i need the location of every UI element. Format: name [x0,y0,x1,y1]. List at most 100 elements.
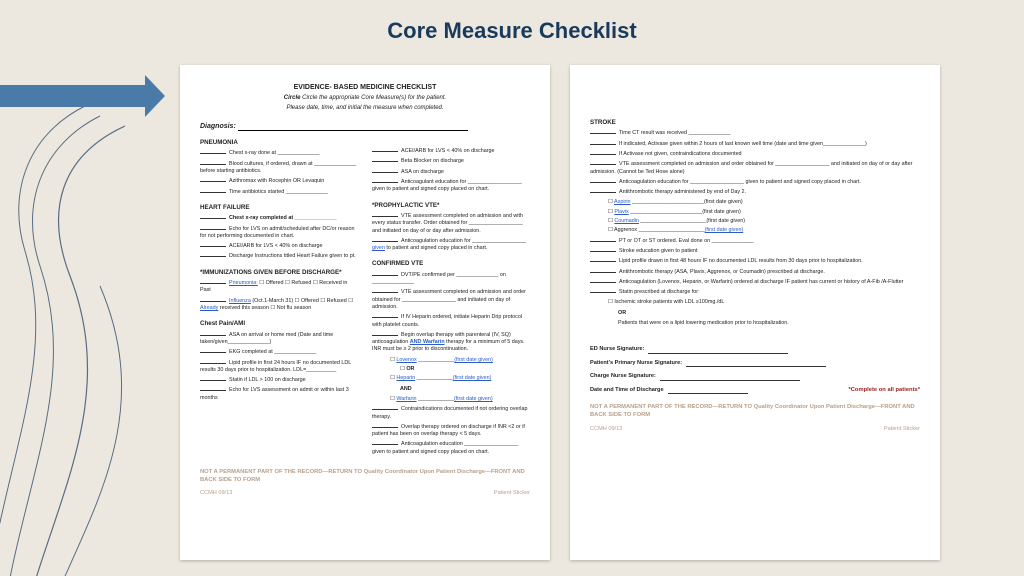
list-item: If IV Heparin ordered, initiate Heparin … [372,314,530,329]
sig-label: Date and Time of Discharge [590,387,664,393]
sig-discharge-time: Date and Time of Discharge *Complete on … [590,387,920,395]
sub-item: Aggrenox ______________________(first da… [608,227,920,234]
sig-primary-nurse: Patient's Primary Nurse Signature: [590,360,920,368]
footer-note: NOT A PERMANENT PART OF THE RECORD—RETUR… [200,469,530,484]
item-text: (Oct.1-March 31) ☐ Offered ☐ Refused ☐ [251,298,353,304]
list-item: Azithromax with Rocephin OR Levaquin [200,178,358,185]
arrow-decoration [0,75,165,117]
imm-heading: *IMMUNIZATIONS GIVEN BEFORE DISCHARGE* [200,269,358,277]
sub-item: Plavix ________________________(first da… [608,209,920,216]
diagnosis-label: Diagnosis: [200,123,236,130]
link-text: Influenza [229,298,251,304]
list-item: Blood cultures, if ordered, drawn at ___… [200,161,358,176]
list-item: Time CT result was received ____________… [590,130,920,137]
and-label: AND [400,386,530,393]
list-item: Lipid profile in first 24 hours IF no do… [200,360,358,375]
pvte-heading: *PROPHYLACTIC VTE* [372,202,530,210]
list-item: Lipid profile drawn in first 48 hours IF… [590,258,920,265]
list-item: Anticoagulant education for ____________… [372,179,530,194]
and-text: AND [400,386,412,392]
item-text: (first date given) [453,375,492,381]
sub-item: Coumadin ______________________(first da… [608,218,920,225]
sub-item: Heparin ____________(first date given) [390,375,530,382]
footer-row: CCMH 09/13 Patient Sticker [200,490,530,498]
link-text: Heparin [396,375,415,381]
item-text: (first date given) [454,357,493,363]
link-text: Pneumonia: [229,280,258,286]
list-item: Begin overlap therapy with parenteral (I… [372,332,530,354]
footer-row: CCMH 09/13 Patient Sticker [590,426,920,434]
item-text: received this season ☐ Not flu season [218,305,311,311]
or-text: OR [618,310,626,316]
doc-sub1-text: Circle the appropriate Core Measure(s) f… [302,95,446,101]
checklist-page-2: STROKE Time CT result was received _____… [570,65,940,560]
list-item: Pneumonia: ☐ Offered ☐ Refused ☐ Receive… [200,280,358,295]
item-text: (first date given) [454,396,493,402]
list-item: Stroke education given to patient [590,248,920,255]
list-item: Chest x-ray completed at ______________ [200,215,358,222]
list-item: Overlap therapy ordered on discharge if … [372,424,530,439]
item-text: Anticoagulation education for __________… [401,238,526,244]
list-item: ASA on arrival or home med (Date and tim… [200,332,358,347]
sig-label: Patient's Primary Nurse Signature: [590,360,682,366]
hf-item-bold: Chest x-ray completed at ______________ [229,215,337,221]
sub-item: Aspirin ________________________(first d… [608,199,920,206]
form-code: CCMH 09/13 [200,490,232,498]
list-item: Anticoagulation education for __________… [590,179,920,186]
diagnosis-row: Diagnosis: [200,122,530,131]
list-item: If indicated, Activase given within 2 ho… [590,141,920,148]
link-text: AND Warfarin [410,339,445,345]
sub-item: Lovenox ____________(first date given) [390,357,530,364]
list-item: Patients that were on a lipid lowering m… [618,320,920,327]
list-item: Contraindications documented if not orde… [372,406,530,421]
list-item: Anticoagulation education for __________… [372,238,530,253]
checklist-page-1: EVIDENCE- BASED MEDICINE CHECKLIST Circl… [180,65,550,560]
hf-heading: HEART FAILURE [200,204,358,212]
list-item: Anticoagulation education ______________… [372,441,530,456]
list-item: Statin if LDL > 100 on discharge [200,377,358,384]
link-text: Warfarin [396,396,416,402]
link-text: Plavix [614,209,628,215]
sub-item: Ischemic stroke patients with LDL ≥100mg… [608,299,920,306]
list-item: VTE assessment completed on admission an… [590,161,920,176]
link-text: Coumadin [614,218,639,224]
list-item: ASA on discharge [372,169,530,176]
item-text: (first date given) [705,227,744,233]
item-text: ☐ Offered ☐ Refused ☐ Received in Past [200,280,347,293]
list-item: Time antibiotics started ______________ [200,189,358,196]
complete-note: *Complete on all patients* [848,387,920,395]
item-text: Aggrenox [614,227,637,233]
list-item: ACEI/ARB for LVS < 40% on discharge [200,243,358,250]
doc-sub2: Please date, time, and initial the measu… [200,104,530,112]
list-item: Echo for LVS on admit/scheduled after DC… [200,226,358,241]
sub-item-or: OR [400,366,530,373]
doc-sub1: Circle Circle the appropriate Core Measu… [200,94,530,102]
list-item: Antithrombotic therapy administered by e… [590,189,920,196]
pneumonia-heading: PNEUMONIA [200,139,358,147]
list-item: Antithrombotic therapy (ASA, Plavix, Agg… [590,269,920,276]
item-text: (first date given) [706,218,745,224]
list-item: VTE assessment completed on admission an… [372,289,530,311]
list-item: Chest x-ray done at ______________ [200,150,358,157]
cvte-heading: CONFIRMED VTE [372,260,530,268]
or-label: OR [618,310,920,317]
list-item: VTE assessment completed on admission an… [372,213,530,235]
list-item: Statin prescribed at discharge for: [590,289,920,296]
sub-item: Warfarin ____________(first date given) [390,396,530,403]
list-item: Echo for LVS assessment on admit or with… [200,387,358,402]
sig-charge-nurse: Charge Nurse Signature: [590,373,920,381]
link-text: Lovenox [396,357,416,363]
item-text: (first date given) [702,209,741,215]
list-item: Anticoagulation (Lovenox, Heparin, or Wa… [590,279,920,286]
item-text: to patient and signed copy placed in cha… [385,245,488,251]
ami-heading: Chest Pain/AMI [200,320,358,328]
sig-ed-nurse: ED Nurse Signature: [590,346,920,354]
sticker-label: Patient Sticker [494,490,530,498]
item-text: (first date given) [704,199,743,205]
link-text: Aspirin [614,199,630,205]
page-title: Core Measure Checklist [0,18,1024,44]
link-text: Already [200,305,218,311]
doc-header: EVIDENCE- BASED MEDICINE CHECKLIST [200,83,530,92]
list-item: PT or OT or ST ordered. Eval done on ___… [590,238,920,245]
sticker-label: Patient Sticker [884,426,920,434]
